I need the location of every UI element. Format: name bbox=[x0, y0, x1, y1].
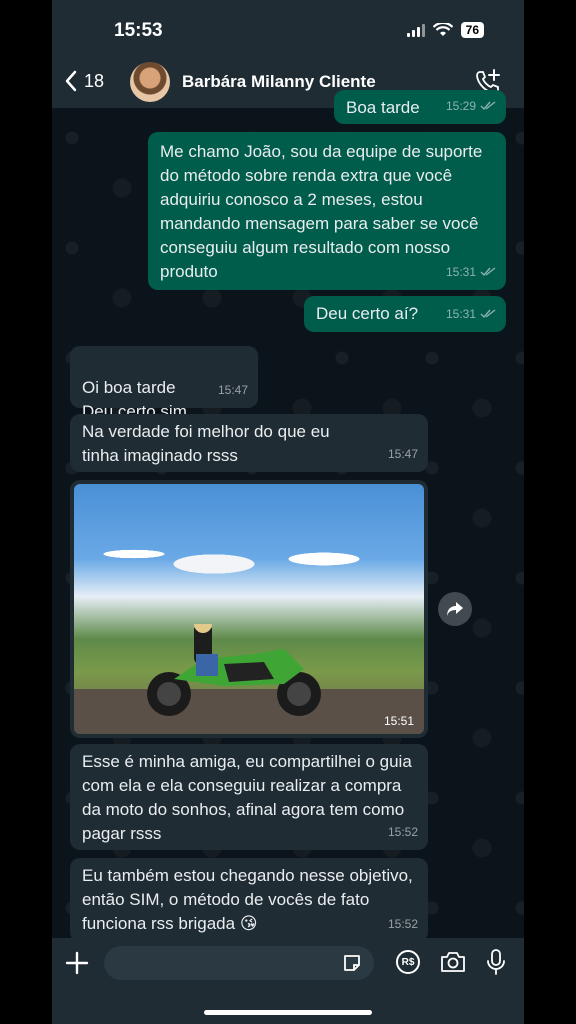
message-text: Boa tarde bbox=[346, 98, 420, 117]
avatar[interactable] bbox=[130, 62, 170, 102]
message-list: Boa tarde 15:29 Me chamo João, sou da eq… bbox=[52, 90, 524, 942]
unread-count: 18 bbox=[84, 70, 105, 91]
home-indicator[interactable] bbox=[204, 1010, 372, 1015]
message-time: 15:29 bbox=[445, 99, 476, 113]
message-time: 15:52 bbox=[387, 917, 418, 931]
message-outgoing[interactable]: Deu certo aí? 15:31 bbox=[304, 296, 506, 332]
contact-name[interactable]: Barbára Milanny Cliente bbox=[182, 72, 376, 92]
double-check-icon bbox=[480, 309, 496, 319]
message-time: 15:52 bbox=[387, 825, 418, 839]
right-black-border bbox=[524, 0, 576, 1024]
message-time: 15:47 bbox=[217, 383, 248, 397]
forward-button[interactable] bbox=[438, 592, 472, 626]
chevron-left-icon bbox=[65, 70, 77, 92]
left-black-border bbox=[0, 0, 52, 1024]
forward-icon bbox=[447, 602, 463, 616]
photo-clouds bbox=[74, 514, 424, 584]
message-meta: 15:52 bbox=[388, 912, 418, 936]
message-time: 15:31 bbox=[445, 265, 476, 279]
status-icons: 76 bbox=[406, 22, 484, 38]
battery-indicator: 76 bbox=[460, 22, 484, 38]
message-meta: 15:31 bbox=[446, 302, 496, 326]
back-button[interactable]: 18 bbox=[64, 70, 104, 92]
message-incoming[interactable]: Na verdade foi melhor do que eu tinha im… bbox=[70, 414, 428, 472]
message-input[interactable] bbox=[104, 946, 374, 980]
message-incoming[interactable]: Oi boa tarde Deu certo sim 15:47 bbox=[70, 346, 258, 421]
image-message[interactable]: 15:51 bbox=[70, 480, 428, 738]
wifi-icon bbox=[432, 23, 453, 36]
message-time: 15:51 bbox=[383, 714, 414, 728]
message-time: 15:31 bbox=[445, 307, 476, 321]
status-time: 15:53 bbox=[114, 20, 163, 41]
microphone-icon[interactable] bbox=[486, 948, 506, 976]
message-outgoing[interactable]: Me chamo João, sou da equipe de suporte … bbox=[148, 132, 506, 290]
sticker-icon[interactable] bbox=[342, 953, 362, 973]
message-text: Esse é minha amiga, eu compartilhei o gu… bbox=[82, 752, 412, 843]
message-meta: 15:52 bbox=[388, 820, 418, 844]
message-outgoing[interactable]: Boa tarde 15:29 bbox=[334, 90, 506, 124]
phone-screen: 15:53 76 18 Barbára Milanny Cliente Boa … bbox=[52, 0, 524, 1024]
motorcycle-photo[interactable]: 15:51 bbox=[74, 484, 424, 734]
plus-icon[interactable] bbox=[64, 950, 90, 976]
camera-icon[interactable] bbox=[440, 950, 466, 974]
message-incoming[interactable]: Esse é minha amiga, eu compartilhei o gu… bbox=[70, 744, 428, 850]
message-meta: 15:47 bbox=[218, 378, 248, 402]
double-check-icon bbox=[480, 101, 496, 111]
message-meta: 15:29 bbox=[446, 94, 496, 118]
payment-icon[interactable]: R$ bbox=[396, 950, 420, 974]
status-bar: 15:53 76 bbox=[52, 0, 524, 58]
message-meta: 15:31 bbox=[446, 260, 496, 284]
message-incoming[interactable]: Eu também estou chegando nesse objetivo,… bbox=[70, 858, 428, 942]
signal-icon bbox=[406, 23, 425, 37]
message-time: 15:47 bbox=[387, 447, 418, 461]
double-check-icon bbox=[480, 267, 496, 277]
message-meta: 15:47 bbox=[388, 442, 418, 466]
message-text: Deu certo aí? bbox=[316, 304, 419, 323]
message-text: Na verdade foi melhor do que eu tinha im… bbox=[82, 422, 330, 465]
motorcycle-figure bbox=[147, 624, 321, 716]
message-text: Me chamo João, sou da equipe de suporte … bbox=[160, 142, 483, 281]
message-text: Eu também estou chegando nesse objetivo,… bbox=[82, 866, 413, 933]
